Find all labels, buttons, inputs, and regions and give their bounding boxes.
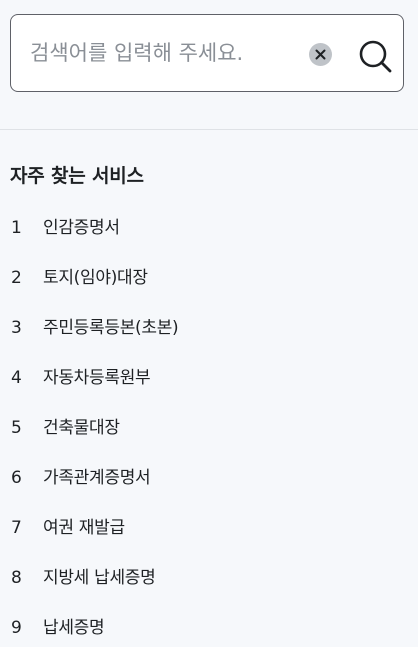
- search-icon: [359, 40, 392, 73]
- service-label: 가족관계증명서: [43, 468, 151, 488]
- service-item-2[interactable]: 2 토지(임야)대장: [0, 262, 418, 312]
- search-button[interactable]: [356, 37, 394, 75]
- service-rank: 7: [11, 518, 22, 538]
- close-icon: [315, 49, 326, 60]
- service-rank: 3: [11, 318, 22, 338]
- service-item-5[interactable]: 5 건축물대장: [0, 412, 418, 462]
- service-item-1[interactable]: 1 인감증명서: [0, 212, 418, 262]
- service-rank: 2: [11, 268, 22, 288]
- search-area: [0, 0, 418, 130]
- service-label: 주민등록등본(초본): [43, 318, 179, 338]
- service-item-8[interactable]: 8 지방세 납세증명: [0, 562, 418, 612]
- service-rank: 4: [11, 368, 22, 388]
- service-label: 자동차등록원부: [43, 368, 151, 388]
- service-rank: 9: [11, 618, 22, 638]
- service-item-7[interactable]: 7 여권 재발급: [0, 512, 418, 562]
- service-item-4[interactable]: 4 자동차등록원부: [0, 362, 418, 412]
- service-rank: 5: [11, 418, 22, 438]
- service-rank: 6: [11, 468, 22, 488]
- service-item-9[interactable]: 9 납세증명: [0, 612, 418, 647]
- clear-button[interactable]: [309, 43, 332, 66]
- service-label: 납세증명: [43, 618, 105, 638]
- section-title: 자주 찾는 서비스: [10, 165, 144, 187]
- divider: [0, 129, 418, 130]
- page: 자주 찾는 서비스 1 인감증명서 2 토지(임야)대장 3 주민등록등본(초본…: [0, 0, 418, 647]
- search-box[interactable]: [10, 14, 404, 92]
- service-rank: 1: [11, 218, 22, 238]
- service-rank: 8: [11, 568, 22, 588]
- service-item-6[interactable]: 6 가족관계증명서: [0, 462, 418, 512]
- service-list: 1 인감증명서 2 토지(임야)대장 3 주민등록등본(초본) 4 자동차등록원…: [0, 212, 418, 647]
- service-label: 건축물대장: [43, 418, 120, 438]
- service-label: 여권 재발급: [43, 518, 125, 538]
- service-item-3[interactable]: 3 주민등록등본(초본): [0, 312, 418, 362]
- service-label: 지방세 납세증명: [43, 568, 156, 588]
- service-label: 인감증명서: [43, 218, 120, 238]
- service-label: 토지(임야)대장: [43, 268, 148, 288]
- search-input[interactable]: [30, 35, 300, 71]
